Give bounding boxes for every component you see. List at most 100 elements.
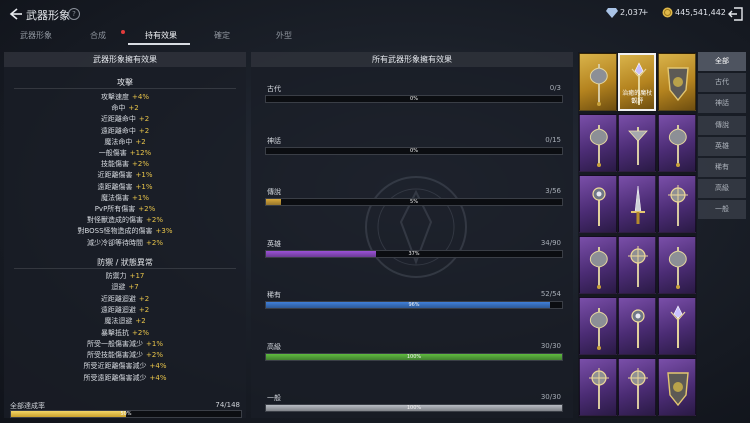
filter-4[interactable]: 英雄 (698, 136, 746, 156)
defense-stat-row: 防禦力 +17 (4, 271, 246, 281)
emblem-watermark-icon (365, 176, 467, 278)
staff-icon (628, 127, 649, 165)
stat-value: +2 (138, 115, 150, 124)
stat-name: 對怪獸造成的傷害 (87, 216, 143, 225)
weapon-appearance-cell[interactable] (579, 236, 617, 294)
weapon-appearance-cell[interactable] (579, 114, 617, 172)
filter-6[interactable]: 高級 (698, 179, 746, 199)
stat-value: +2% (146, 238, 163, 247)
stat-value: +2 (138, 294, 150, 303)
defense-section-title: 防禦 / 狀態異常 (97, 258, 153, 267)
filter-0[interactable]: 全部 (698, 52, 746, 71)
stat-name: 命中 (111, 104, 126, 113)
rarity-progress-percent: 0% (410, 96, 418, 102)
weapon-appearance-cell[interactable]: 治癒的魔杖 觀評 (618, 53, 657, 111)
defense-stat-row: 所受一般傷害減少 +1% (4, 339, 246, 349)
tab-weapon-appearance[interactable]: 武器形象 (20, 30, 52, 41)
wand-icon (670, 305, 686, 348)
rarity-progress-bar: 5% (265, 198, 563, 206)
tab-confirm[interactable]: 確定 (214, 30, 230, 41)
attack-section-title: 攻擊 (117, 78, 133, 87)
shield-icon (666, 67, 689, 102)
stat-value: +4% (149, 373, 167, 382)
notification-dot (121, 30, 125, 34)
rarity-name: 古代 (267, 85, 281, 93)
stat-name: 遠距離傷害 (97, 182, 133, 191)
back-arrow-icon[interactable] (6, 5, 24, 23)
attack-stat-row: 對怪獸造成的傷害 +2% (4, 215, 246, 225)
weapon-appearance-cell[interactable] (618, 114, 657, 172)
tab-owned-effects[interactable]: 持有效果 (145, 30, 177, 41)
stat-value: +1% (135, 182, 153, 191)
weapon-appearance-cell[interactable] (618, 236, 657, 294)
gold-amount: 445,541,442 (675, 8, 726, 17)
overall-completion-count: 74/148 (215, 401, 240, 409)
diamond-amount: 2,037 (620, 8, 643, 17)
stat-name: 近距離命中 (100, 115, 136, 124)
attack-stat-row: 遠距離傷害 +1% (4, 182, 246, 192)
attack-stat-row: 一般傷害 +12% (4, 148, 246, 158)
rarity-progress-bar: 0% (265, 95, 563, 103)
stat-name: 減少冷卻等待時間 (87, 238, 143, 247)
filter-5[interactable]: 稀有 (698, 158, 746, 177)
weapon-appearance-cell[interactable] (579, 358, 617, 416)
rarity-name: 英雄 (267, 239, 281, 248)
stat-name: 魔法迴避 (104, 317, 133, 326)
stat-value: +3% (155, 227, 173, 236)
shield-icon (666, 372, 689, 407)
weapon-appearance-cell[interactable] (579, 297, 617, 355)
stat-value: +4% (132, 93, 149, 101)
weapon-appearance-cell[interactable] (618, 358, 657, 416)
filter-2[interactable]: 神話 (698, 94, 746, 114)
stat-value: +2 (128, 104, 139, 113)
weapon-appearance-cell[interactable] (657, 297, 696, 355)
mace-icon (628, 246, 649, 287)
mace-icon (628, 368, 649, 409)
stat-value: +17 (129, 272, 145, 280)
stat-value: +2 (135, 137, 146, 146)
axe-icon (589, 125, 608, 167)
active-tab-indicator (128, 43, 190, 45)
stat-name: 迴避 (111, 283, 126, 292)
defense-stat-row: 所受遠距離傷害減少 +4% (4, 373, 246, 383)
stat-name: 防禦力 (105, 272, 127, 280)
sword-icon (631, 185, 646, 224)
filter-1[interactable]: 古代 (698, 73, 746, 93)
weapon-appearance-cell[interactable] (579, 175, 617, 233)
all-effects-heading: 所有武器形象擁有效果 (251, 52, 573, 67)
rarity-progress-bar: 37% (265, 249, 563, 258)
weapon-appearance-cell[interactable] (657, 114, 696, 172)
selected-item-subtitle: 觀評 (631, 98, 644, 105)
rarity-progress-percent: 96% (408, 302, 420, 308)
weapon-appearance-cell[interactable] (618, 175, 657, 233)
rarity-progress-percent: 5% (410, 199, 418, 205)
axe-icon (589, 247, 608, 289)
defense-stat-row: 暴擊抵抗 +2% (4, 328, 246, 338)
weapon-appearance-cell[interactable] (657, 358, 696, 416)
stat-name: 近距離迴避 (100, 294, 136, 303)
weapon-appearance-cell[interactable] (657, 236, 696, 294)
filter-3[interactable]: 傳說 (698, 115, 746, 135)
overall-progress-bar: 50% (10, 410, 242, 418)
axe-icon (668, 125, 687, 167)
rarity-progress-percent: 100% (406, 405, 422, 411)
exit-icon[interactable] (728, 6, 744, 22)
weapon-appearance-cell[interactable] (657, 53, 696, 111)
weapon-appearance-cell[interactable] (657, 175, 696, 233)
weapon-appearance-cell[interactable] (618, 297, 657, 355)
weapon-appearance-cell[interactable] (579, 53, 617, 111)
stat-value: +2% (146, 216, 163, 225)
filter-7[interactable]: 一般 (698, 200, 746, 220)
tab-appearance[interactable]: 外型 (276, 30, 292, 41)
rarity-progress-percent: 0% (410, 147, 418, 154)
section-divider (14, 88, 236, 89)
tab-synthesis[interactable]: 合成 (90, 30, 106, 41)
rarity-count: 30/30 (540, 341, 561, 350)
gold-coin-icon (662, 7, 673, 18)
add-diamond-icon[interactable]: + (641, 8, 649, 18)
weapon-appearance-grid: 治癒的魔杖 觀評 (578, 52, 697, 418)
stat-name: 所受技能傷害減少 (87, 351, 143, 360)
help-icon[interactable]: ? (68, 8, 80, 20)
stat-value: +2% (138, 205, 156, 213)
rarity-count: 0/3 (549, 84, 561, 92)
